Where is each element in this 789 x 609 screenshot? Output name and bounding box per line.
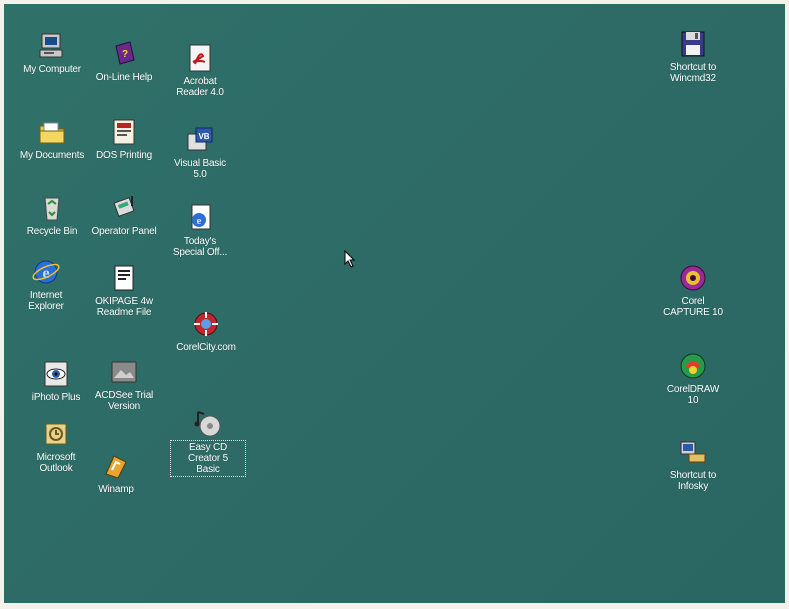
computer-icon [36, 30, 68, 62]
icon-label: iPhoto Plus [31, 392, 81, 403]
mouse-pointer-icon [344, 249, 356, 268]
operator-panel-icon [108, 192, 140, 224]
icon-label: Internet Explorer [28, 290, 64, 312]
desktop-icon-acrobat-reader[interactable]: Acrobat Reader 4.0 [164, 42, 236, 98]
icon-label: Easy CD Creator 5 Basic [170, 440, 246, 477]
icon-label: Today's Special Off... [172, 236, 228, 258]
icon-label: On-Line Help [95, 72, 153, 83]
acdsee-icon [108, 356, 140, 388]
corel-capture-icon [677, 262, 709, 294]
internet-explorer-icon: e [30, 256, 62, 288]
icon-label: Operator Panel [91, 226, 157, 237]
ie-page-icon: e [184, 202, 216, 234]
desktop-icon-recycle-bin[interactable]: Recycle Bin [16, 192, 88, 237]
icon-label: Shortcut to Infosky [669, 470, 717, 492]
icon-label: Shortcut to Wincmd32 [669, 62, 717, 84]
corelcity-icon [190, 308, 222, 340]
icon-label: CorelDRAW 10 [666, 384, 720, 406]
svg-text:e: e [197, 215, 202, 227]
desktop[interactable]: My Computer My Documents Recycle Bin e I… [4, 4, 785, 603]
desktop-icon-internet-explorer[interactable]: e Internet Explorer [10, 256, 82, 312]
icon-label: DOS Printing [96, 150, 152, 161]
icon-label: My Documents [19, 150, 85, 161]
coreldraw-icon [677, 350, 709, 382]
desktop-icon-shortcut-infosky[interactable]: Shortcut to Infosky [657, 436, 729, 492]
icon-label: Visual Basic 5.0 [174, 158, 226, 180]
desktop-icon-my-documents[interactable]: My Documents [16, 116, 88, 161]
iphoto-icon [40, 358, 72, 390]
desktop-icon-corel-capture[interactable]: Corel CAPTURE 10 [657, 262, 729, 318]
svg-text:?: ? [122, 49, 128, 60]
help-book-icon: ? [108, 38, 140, 70]
desktop-icon-coreldraw[interactable]: CorelDRAW 10 [657, 350, 729, 406]
desktop-icon-shortcut-wincmd32[interactable]: Shortcut to Wincmd32 [657, 28, 729, 84]
desktop-icon-visual-basic[interactable]: VB Visual Basic 5.0 [164, 124, 236, 180]
icon-label: Winamp [98, 484, 134, 495]
icon-label: ACDSee Trial Version [94, 390, 154, 412]
desktop-icon-todays-special-offer[interactable]: e Today's Special Off... [164, 202, 236, 258]
printer-doc-icon [108, 116, 140, 148]
icon-label: Recycle Bin [26, 226, 78, 237]
visual-basic-icon: VB [184, 124, 216, 156]
desktop-icon-operator-panel[interactable]: Operator Panel [88, 192, 160, 237]
icon-label: CorelCity.com [176, 342, 236, 353]
folder-icon [36, 116, 68, 148]
recycle-bin-icon [36, 192, 68, 224]
desktop-icon-corelcity[interactable]: CorelCity.com [170, 308, 242, 353]
desktop-icon-iphoto-plus[interactable]: iPhoto Plus [20, 358, 92, 403]
desktop-icon-easy-cd-creator[interactable]: Easy CD Creator 5 Basic [170, 408, 246, 477]
desktop-icon-on-line-help[interactable]: ? On-Line Help [88, 38, 160, 83]
icon-label: My Computer [23, 64, 81, 75]
floppy-icon [677, 28, 709, 60]
desktop-icon-my-computer[interactable]: My Computer [16, 30, 88, 75]
svg-text:VB: VB [198, 132, 209, 141]
desktop-icon-acdsee-trial[interactable]: ACDSee Trial Version [88, 356, 160, 412]
icon-label: Acrobat Reader 4.0 [176, 76, 224, 98]
winamp-icon [100, 450, 132, 482]
icon-label: OKIPAGE 4w Readme File [95, 296, 153, 318]
readme-icon [108, 262, 140, 294]
acrobat-icon [184, 42, 216, 74]
icon-label: Corel CAPTURE 10 [663, 296, 723, 318]
desktop-icon-winamp[interactable]: Winamp [80, 450, 152, 495]
outlook-icon [40, 418, 72, 450]
desktop-icon-okipage-readme[interactable]: OKIPAGE 4w Readme File [88, 262, 160, 318]
desktop-icon-dos-printing[interactable]: DOS Printing [88, 116, 160, 161]
infosky-icon [677, 436, 709, 468]
easy-cd-icon [192, 408, 224, 440]
